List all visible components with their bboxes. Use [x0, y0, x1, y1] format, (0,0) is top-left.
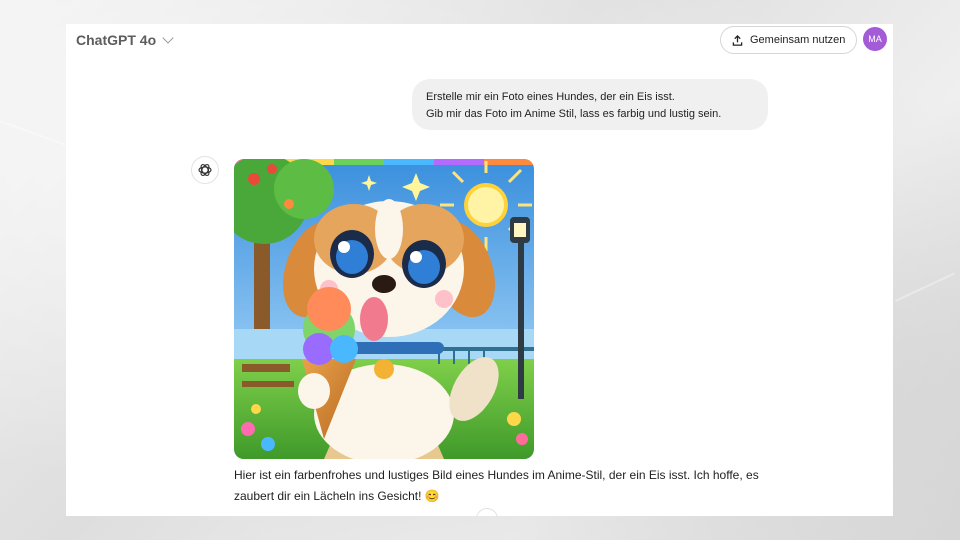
paper-crease [0, 120, 66, 146]
model-switcher[interactable]: ChatGPT 4o [76, 32, 174, 48]
paper-crease [895, 272, 955, 302]
share-button[interactable]: Gemeinsam nutzen [720, 26, 858, 54]
user-message: Erstelle mir ein Foto eines Hundes, der … [412, 79, 768, 130]
chat-window: ChatGPT 4o Gemeinsam nutzen MA Erstelle … [66, 24, 893, 516]
avatar-initials: MA [868, 34, 882, 44]
chevron-down-icon [162, 32, 174, 44]
anime-dog-illustration [234, 159, 534, 459]
user-message-line: Erstelle mir ein Foto eines Hundes, der … [426, 91, 675, 103]
user-message-line: Gib mir das Foto im Anime Stil, lass es … [426, 108, 722, 120]
model-label: ChatGPT 4o [76, 32, 157, 48]
scroll-down-button[interactable] [476, 508, 498, 516]
generated-image[interactable] [234, 159, 534, 459]
avatar[interactable]: MA [863, 27, 887, 51]
assistant-avatar [191, 156, 219, 184]
share-label: Gemeinsam nutzen [750, 34, 846, 46]
assistant-message: Hier ist ein farbenfrohes und lustiges B… [234, 468, 759, 503]
upload-icon [732, 34, 743, 46]
openai-logo-icon [198, 164, 212, 176]
